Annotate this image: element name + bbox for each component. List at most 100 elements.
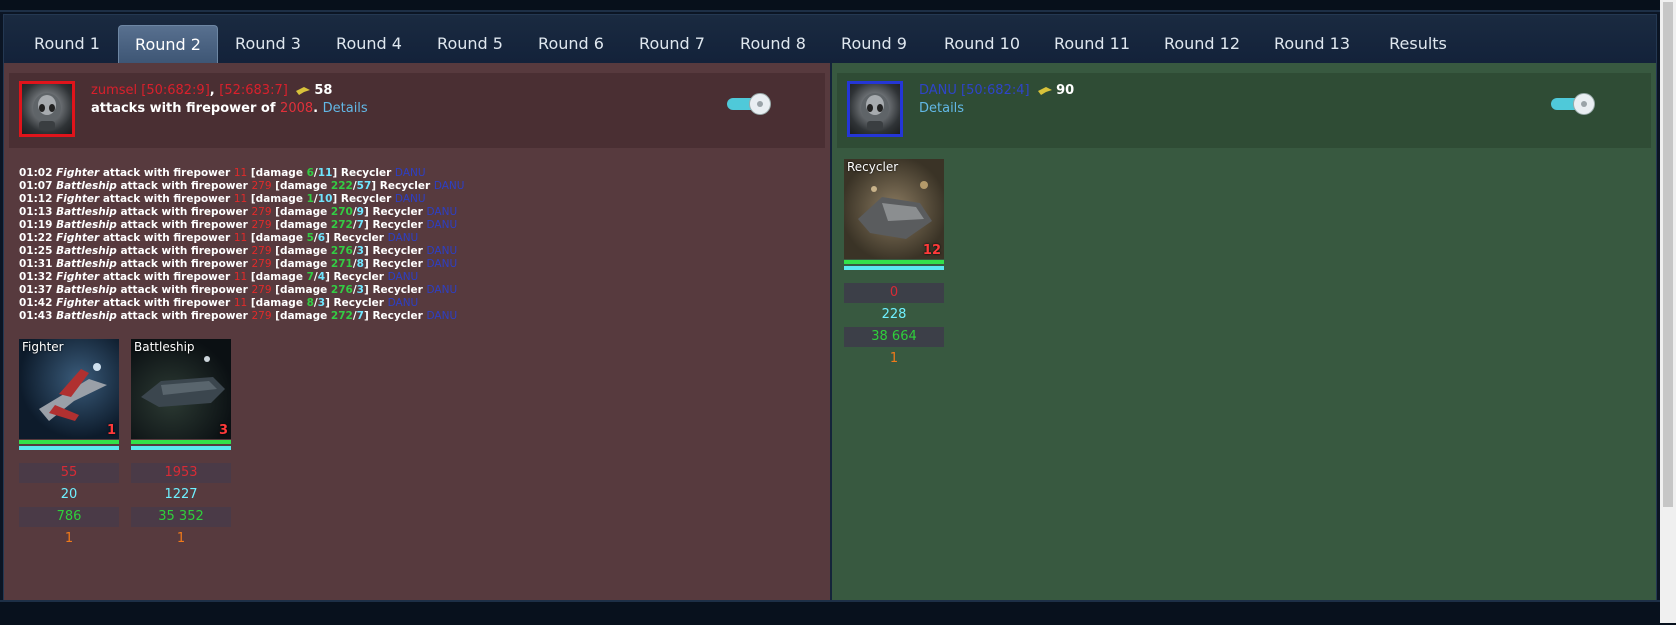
log-firepower: 279	[251, 219, 272, 231]
attacker-firepower-line: attacks with firepower of 2008. Details	[91, 101, 368, 116]
stat-amount: 1	[889, 351, 899, 366]
log-damage: 276	[330, 245, 353, 257]
log-target[interactable]: DANU	[427, 219, 458, 231]
log-target[interactable]: DANU	[395, 193, 426, 205]
tab-round-11[interactable]: Round 11	[1040, 25, 1144, 63]
log-time: 01:32	[19, 271, 53, 283]
attacker-avatar	[19, 81, 75, 137]
log-time: 01:43	[19, 310, 53, 322]
log-ship: Battleship	[56, 206, 117, 218]
hull-bar	[131, 440, 231, 444]
shield-bar	[844, 266, 944, 270]
log-damage-label: [damage	[250, 271, 303, 283]
log-target-type: Recycler	[333, 232, 384, 244]
fighter-image: Fighter 1	[19, 339, 119, 439]
log-target[interactable]: DANU	[427, 284, 458, 296]
log-damage: 8	[306, 297, 314, 309]
log-text: attack with firepower	[102, 271, 231, 283]
log-time: 01:31	[19, 258, 53, 270]
log-target[interactable]: DANU	[427, 258, 458, 270]
defender-ship-count: 90	[1056, 83, 1075, 98]
log-time: 01:42	[19, 297, 53, 309]
log-target[interactable]: DANU	[388, 271, 419, 283]
log-target-type: Recycler	[340, 193, 392, 205]
log-remaining: 4	[317, 271, 326, 283]
log-firepower: 11	[233, 167, 248, 179]
attacker-name[interactable]: zumsel [50:682:9]	[91, 83, 210, 98]
log-remaining: 6	[317, 232, 326, 244]
log-time: 01:02	[19, 167, 53, 179]
log-remaining: 57	[356, 180, 372, 192]
defender-toggle[interactable]	[1551, 93, 1595, 115]
tab-round-6[interactable]: Round 6	[523, 25, 619, 63]
log-row: 01:12 Fighter attack with firepower 11 […	[19, 193, 426, 205]
log-target[interactable]: DANU	[434, 180, 465, 192]
alien-icon	[861, 93, 889, 130]
fleet-icon	[296, 86, 311, 95]
defender-title-line: DANU [50:682:4] 90	[919, 83, 1074, 98]
log-target[interactable]: DANU	[427, 206, 458, 218]
attacker-name-2[interactable]: [52:683:7]	[219, 83, 288, 98]
tab-round-8[interactable]: Round 8	[725, 25, 821, 63]
recycler-image: Recycler 12	[844, 159, 944, 259]
page-scrollbar[interactable]	[1660, 0, 1676, 623]
toggle-knob	[749, 93, 771, 115]
stat-shield: 20	[60, 487, 78, 502]
attacker-ship-count: 58	[314, 83, 333, 98]
defender-details-link[interactable]: Details	[919, 101, 964, 116]
defender-name[interactable]: DANU [50:682:4]	[919, 83, 1030, 98]
tab-round-3[interactable]: Round 3	[220, 25, 316, 63]
log-row: 01:25 Battleship attack with firepower 2…	[19, 245, 458, 257]
tab-results[interactable]: Results	[1370, 25, 1466, 63]
scrollbar-thumb[interactable]	[1663, 2, 1673, 507]
hull-bar	[844, 260, 944, 264]
tab-round-10[interactable]: Round 10	[930, 25, 1034, 63]
log-target-type: Recycler	[333, 297, 384, 309]
log-ship: Fighter	[56, 297, 100, 309]
tab-round-13[interactable]: Round 13	[1260, 25, 1364, 63]
tab-round-12[interactable]: Round 12	[1150, 25, 1254, 63]
log-remaining: 8	[356, 258, 364, 270]
log-row: 01:37 Battleship attack with firepower 2…	[19, 284, 458, 296]
log-damage-label: [damage	[275, 245, 328, 257]
log-target[interactable]: DANU	[427, 310, 458, 322]
stat-lost: 0	[844, 283, 944, 303]
log-target[interactable]: DANU	[388, 232, 419, 244]
log-target[interactable]: DANU	[427, 245, 458, 257]
ship-count: 12	[922, 243, 941, 258]
stat-shield: 1227	[164, 487, 198, 502]
tab-round-7[interactable]: Round 7	[624, 25, 720, 63]
attacker-toggle[interactable]	[727, 93, 771, 115]
tab-round-4[interactable]: Round 4	[321, 25, 417, 63]
log-damage: 272	[330, 219, 353, 231]
log-text: attack with firepower	[102, 167, 231, 179]
log-ship: Battleship	[56, 219, 117, 231]
log-damage: 276	[330, 284, 353, 296]
tab-round-2[interactable]: Round 2	[118, 25, 218, 64]
log-target-type: Recycler	[340, 167, 392, 179]
log-text: attack with firepower	[120, 219, 248, 231]
tab-round-9[interactable]: Round 9	[826, 25, 922, 63]
log-row: 01:43 Battleship attack with firepower 2…	[19, 310, 458, 322]
stat-amount: 1	[176, 531, 186, 546]
attacker-details-link[interactable]: Details	[323, 101, 368, 116]
log-time: 01:37	[19, 284, 53, 296]
log-text: attack with firepower	[102, 193, 231, 205]
log-target[interactable]: DANU	[388, 297, 419, 309]
log-damage-label: [damage	[275, 206, 328, 218]
log-row: 01:22 Fighter attack with firepower 11 […	[19, 232, 419, 244]
log-time: 01:22	[19, 232, 53, 244]
shield-bar	[131, 446, 231, 450]
log-text: attack with firepower	[120, 284, 248, 296]
stat-lost: 1953	[131, 463, 231, 483]
tab-round-1[interactable]: Round 1	[19, 25, 115, 63]
log-text: attack with firepower	[102, 232, 231, 244]
fleet-icon	[1038, 86, 1053, 95]
log-target-type: Recycler	[372, 284, 423, 296]
log-target[interactable]: DANU	[395, 167, 426, 179]
tab-round-5[interactable]: Round 5	[422, 25, 518, 63]
log-firepower: 279	[251, 180, 272, 192]
log-ship: Fighter	[56, 193, 100, 205]
stat-amount: 1	[64, 531, 74, 546]
log-remaining: 11	[317, 167, 333, 179]
